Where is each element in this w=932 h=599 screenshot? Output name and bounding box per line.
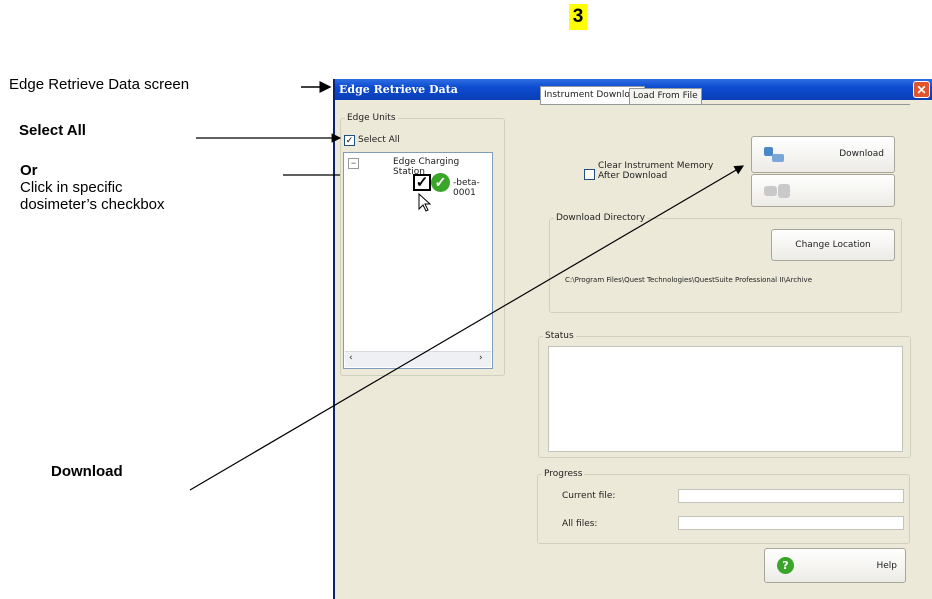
annotation-lines bbox=[189, 81, 745, 491]
arrow-to-download-button bbox=[189, 165, 745, 491]
